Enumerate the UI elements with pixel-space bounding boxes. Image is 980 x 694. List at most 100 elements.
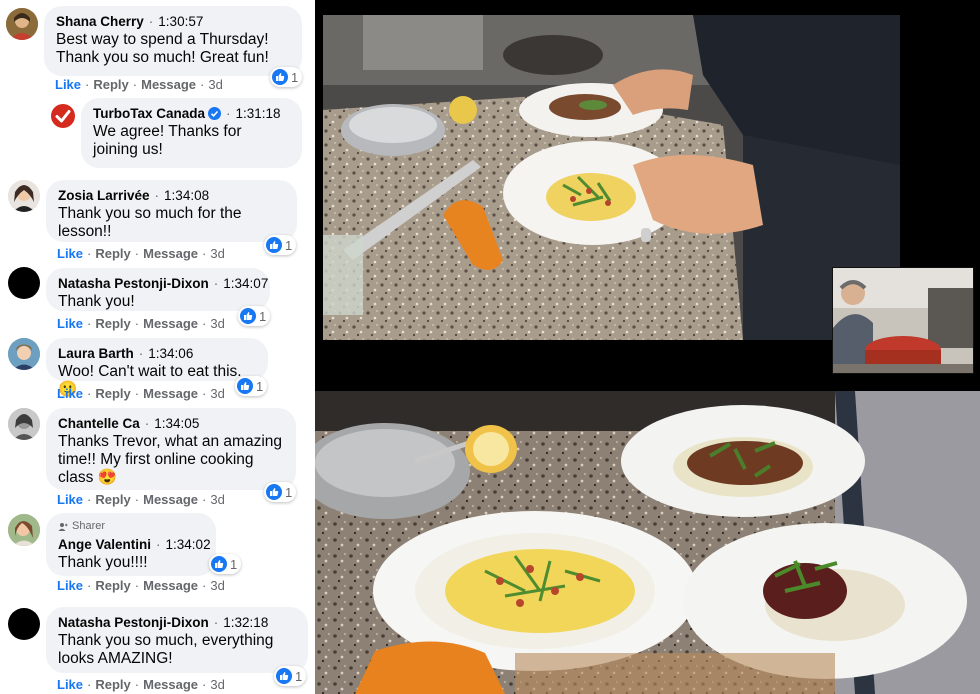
message-link[interactable]: Message [143,578,198,593]
comment-text: Thank you so much for the lesson!! [58,205,242,240]
verified-badge-icon [208,107,222,120]
comment-time[interactable]: 1:31:18 [236,106,281,121]
reply-link[interactable]: Reply [95,386,130,401]
thumbs-up-icon [276,668,292,684]
comment-text: Thank you so much, everything looks AMAZ… [58,632,274,667]
comment-actions: Like · Reply · Message · 3d [57,492,225,507]
comment-time[interactable]: 1:34:06 [148,346,193,361]
comment-author[interactable]: Laura Barth [58,346,134,361]
separator-dot: · [213,276,219,291]
message-link[interactable]: Message [143,677,198,692]
comment-author[interactable]: Natasha Pestonji-Dixon [58,615,209,630]
sharer-icon [58,522,68,532]
comments-panel: Shana Cherry · 1:30:57 Best way to spend a… [0,0,315,694]
reaction-count[interactable]: 1 [238,306,271,326]
reaction-count[interactable]: 1 [235,376,268,396]
comment-age: 3d [210,386,225,401]
comment-author[interactable]: Shana Cherry [56,14,144,29]
like-link[interactable]: Like [57,386,83,401]
like-link[interactable]: Like [57,492,83,507]
reply-link[interactable]: Reply [95,677,130,692]
reply-link[interactable]: Reply [95,578,130,593]
like-link[interactable]: Like [57,677,83,692]
comment-actions: Like · Reply · Message · 3d [57,578,225,593]
comment-bubble: Laura Barth · 1:34:06 Woo! Can't wait to e… [46,338,268,398]
comment-age: 3d [210,677,225,692]
comment-text: Woo! Can't wait to eat this. [58,363,242,380]
bottom-video-feed[interactable] [315,391,980,694]
comment-author[interactable]: Ange Valentini [58,537,151,552]
comment-bubble: Chantelle Ca · 1:34:05 Thanks Trevor, what… [46,408,296,490]
comment-text: Best way to spend a Thursday! Thank you … [56,31,269,66]
comment-author[interactable]: Natasha Pestonji-Dixon [58,276,209,291]
comment-item: Shana Cherry · 1:30:57 Best way to spend a… [0,0,315,95]
reaction-count[interactable]: 1 [209,554,242,574]
reaction-number: 1 [285,237,293,253]
reply-link[interactable]: Reply [95,492,130,507]
comment-time[interactable]: 1:34:02 [166,537,211,552]
comment-bubble: TurboTax Canada · 1:31:18 We agree! Thanks… [81,98,302,168]
comment-item: Chantelle Ca · 1:34:05 Thanks Trevor, what… [0,405,315,510]
separator-dot: · [226,106,231,121]
comment-author[interactable]: Zosia Larrivée [58,188,150,203]
comment-time[interactable]: 1:34:08 [164,188,209,203]
reply-link[interactable]: Reply [95,246,130,261]
comment-author[interactable]: TurboTax Canada [93,106,205,121]
reaction-number: 1 [259,308,267,324]
thumbs-up-icon [266,237,282,253]
comment-item: Sharer Ange Valentini · 1:34:02 Thank you!… [0,510,315,605]
comment-bubble: Sharer Ange Valentini · 1:34:02 Thank you!… [46,513,216,576]
comment-text: Thank you! [58,293,135,310]
message-link[interactable]: Message [143,386,198,401]
separator-dot: · [144,416,150,431]
comment-time[interactable]: 1:34:07 [223,276,268,291]
comment-time[interactable]: 1:30:57 [158,14,203,29]
comment-age: 3d [210,316,225,331]
avatar[interactable] [8,338,40,370]
thumbs-up-icon [272,69,288,85]
reaction-count[interactable]: 1 [264,235,297,255]
separator-dot: · [213,615,219,630]
reaction-count[interactable]: 1 [274,666,307,686]
message-link[interactable]: Message [143,246,198,261]
like-link[interactable]: Like [57,246,83,261]
comment-age: 3d [208,77,223,92]
like-link[interactable]: Like [57,316,83,331]
comment-text: We agree! Thanks for joining us! [93,123,242,158]
like-link[interactable]: Like [57,578,83,593]
avatar[interactable] [8,267,40,299]
comment-time[interactable]: 1:34:05 [154,416,199,431]
avatar[interactable] [8,408,40,440]
comment-actions: Like · Reply · Message · 3d [57,246,225,261]
message-link[interactable]: Message [141,77,196,92]
like-link[interactable]: Like [55,77,81,92]
message-link[interactable]: Message [143,492,198,507]
reply-link[interactable]: Reply [95,316,130,331]
reaction-count[interactable]: 1 [270,67,303,87]
turbotax-logo[interactable] [51,104,75,128]
separator-dot: · [138,346,144,361]
comment-actions: Like · Reply · Message · 3d [57,316,225,331]
avatar[interactable] [8,180,40,212]
reaction-count[interactable]: 1 [264,482,297,502]
main-video-feed[interactable] [323,15,900,340]
comment-item: Laura Barth · 1:34:06 Woo! Can't wait to e… [0,335,315,405]
video-area[interactable] [315,0,980,694]
comment-text: Thanks Trevor, what an amazing time!! My… [58,433,283,486]
comment-item: Natasha Pestonji-Dixon · 1:32:18 Thank you… [0,605,315,694]
comment-time[interactable]: 1:32:18 [223,615,268,630]
avatar[interactable] [6,8,38,40]
comment-actions: Like · Reply · Message · 3d [57,386,225,401]
avatar[interactable] [8,608,40,640]
comment-author[interactable]: Chantelle Ca [58,416,140,431]
pip-video-feed[interactable] [832,267,974,374]
message-link[interactable]: Message [143,316,198,331]
comment-item: Natasha Pestonji-Dixon · 1:34:07 Thank you… [0,265,315,335]
reaction-number: 1 [295,668,303,684]
thumbs-up-icon [266,484,282,500]
reaction-number: 1 [285,484,293,500]
avatar[interactable] [8,514,40,546]
thumbs-up-icon [240,308,256,324]
reply-link[interactable]: Reply [93,77,128,92]
reaction-number: 1 [230,556,238,572]
